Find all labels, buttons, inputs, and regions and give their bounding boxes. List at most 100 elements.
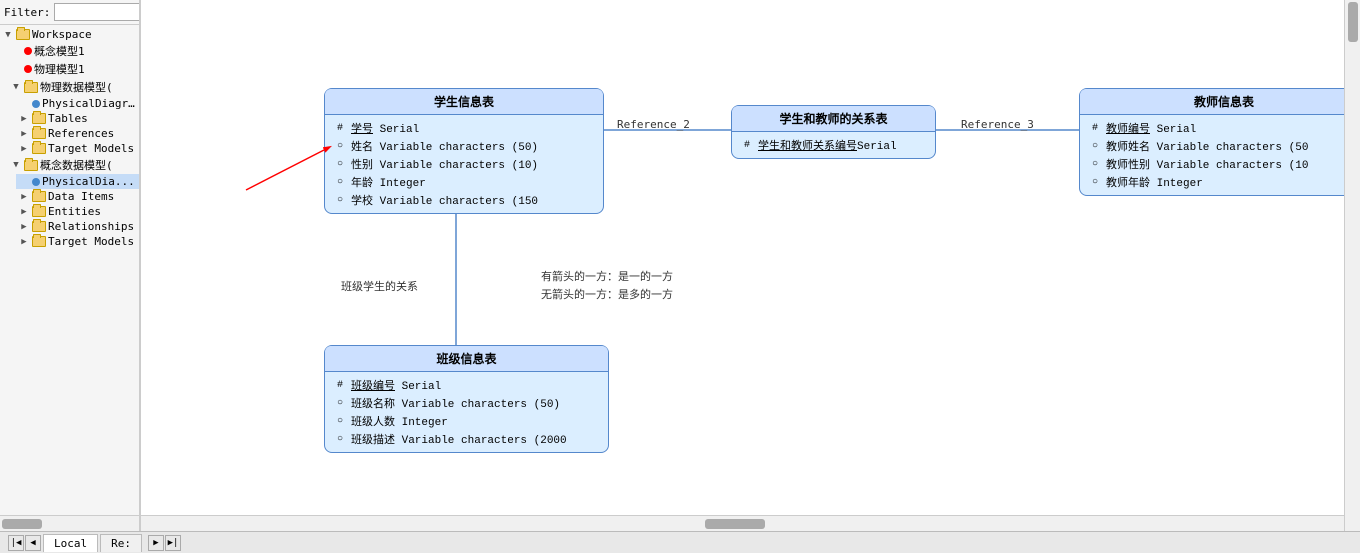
sidebar-item-targetmodels1[interactable]: ▶ Target Models bbox=[16, 141, 139, 156]
row-symbol: ○ bbox=[333, 141, 347, 152]
filter-input[interactable] bbox=[54, 3, 140, 21]
student-table-title: 学生信息表 bbox=[325, 89, 603, 115]
canvas-scroll-thumb[interactable] bbox=[705, 519, 765, 529]
row-symbol: ○ bbox=[1088, 177, 1102, 188]
filter-bar: Filter: bbox=[0, 0, 139, 25]
row-text: 学校 Variable characters (150 bbox=[351, 192, 538, 208]
arrow-desc-line1: 有箭头的一方：是一的一方 bbox=[541, 268, 673, 286]
dot-icon2 bbox=[24, 65, 32, 73]
relation-table-title: 学生和教师的关系表 bbox=[732, 106, 935, 132]
relation-table[interactable]: 学生和教师的关系表 # 学生和教师关系编号Serial bbox=[731, 105, 936, 159]
row-text: 班级名称 Variable characters (50) bbox=[351, 395, 560, 411]
sidebar-item-physdiag1[interactable]: PhysicalDiagr... bbox=[16, 96, 139, 111]
class-table-title: 班级信息表 bbox=[325, 346, 608, 372]
row-text: 学号 Serial bbox=[351, 120, 419, 136]
sidebar-item-conceptual1[interactable]: 概念模型1 bbox=[8, 42, 139, 60]
tables-label: Tables bbox=[48, 112, 88, 125]
tab-local[interactable]: Local bbox=[43, 534, 98, 552]
table-row: ○ 班级描述 Variable characters (2000 bbox=[333, 430, 600, 448]
workspace-label: Workspace bbox=[32, 28, 92, 41]
expand-icon5 bbox=[18, 98, 30, 110]
row-text: 教师姓名 Variable characters (50 bbox=[1106, 138, 1308, 154]
main-container: Filter: ▼ Workspace 概念模型1 物理模型1 bbox=[0, 0, 1360, 531]
dot-icon bbox=[24, 47, 32, 55]
folder-icon5 bbox=[32, 143, 46, 154]
expand-icon7: ▶ bbox=[18, 128, 30, 140]
teacher-table-title: 教师信息表 bbox=[1080, 89, 1344, 115]
expand-icon: ▼ bbox=[2, 29, 14, 41]
connector-svg bbox=[141, 0, 1341, 531]
row-text: 教师性别 Variable characters (10 bbox=[1106, 156, 1308, 172]
row-symbol: # bbox=[333, 123, 347, 134]
expand-icon10 bbox=[18, 176, 30, 188]
sidebar-hscroll[interactable] bbox=[0, 515, 139, 531]
row-symbol: # bbox=[333, 380, 347, 391]
sidebar-item-physical1[interactable]: 物理模型1 bbox=[8, 60, 139, 78]
targetmodels1-label: Target Models bbox=[48, 142, 134, 155]
nav-last[interactable]: ▶| bbox=[165, 535, 181, 551]
arrow-annotation: 有箭头的一方：是一的一方 无箭头的一方：是多的一方 bbox=[541, 268, 673, 303]
table-row: # 学号 Serial bbox=[333, 119, 595, 137]
bottom-tabs: |◀ ◀ Local Re: ▶ ▶| bbox=[0, 531, 1360, 553]
row-symbol: ○ bbox=[333, 416, 347, 427]
physicaldata-label: 物理数据模型( bbox=[40, 79, 113, 95]
sidebar-item-tables[interactable]: ▶ Tables bbox=[16, 111, 139, 126]
row-text: 教师年龄 Integer bbox=[1106, 174, 1203, 190]
row-text: 姓名 Variable characters (50) bbox=[351, 138, 538, 154]
physdiag2-label: PhysicalDia... bbox=[42, 175, 135, 188]
sidebar-item-physicaldata[interactable]: ▼ 物理数据模型( bbox=[8, 78, 139, 96]
right-scrollbar[interactable] bbox=[1344, 0, 1360, 531]
row-symbol: ○ bbox=[333, 398, 347, 409]
relationships-label: Relationships bbox=[48, 220, 134, 233]
scroll-thumb[interactable] bbox=[2, 519, 42, 529]
table-row: ○ 班级名称 Variable characters (50) bbox=[333, 394, 600, 412]
arrow-desc-line2: 无箭头的一方：是多的一方 bbox=[541, 286, 673, 304]
folder-icon10 bbox=[32, 236, 46, 247]
relation-table-body: # 学生和教师关系编号Serial bbox=[732, 132, 935, 158]
reference2-label: Reference_2 bbox=[617, 118, 690, 131]
table-row: ○ 年龄 Integer bbox=[333, 173, 595, 191]
expand-icon13: ▶ bbox=[18, 221, 30, 233]
sidebar-item-references[interactable]: ▶ References bbox=[16, 126, 139, 141]
sidebar-item-targetmodels2[interactable]: ▶ Target Models bbox=[16, 234, 139, 249]
dot-icon3 bbox=[32, 100, 40, 108]
nav-first[interactable]: |◀ bbox=[8, 535, 24, 551]
folder-icon9 bbox=[32, 221, 46, 232]
sidebar-item-relationships[interactable]: ▶ Relationships bbox=[16, 219, 139, 234]
sidebar-item-entities[interactable]: ▶ Entities bbox=[16, 204, 139, 219]
sidebar-item-dataitems[interactable]: ▶ Data Items bbox=[16, 189, 139, 204]
tab-re[interactable]: Re: bbox=[100, 534, 142, 552]
nav-next[interactable]: ▶ bbox=[148, 535, 164, 551]
table-row: # 学生和教师关系编号Serial bbox=[740, 136, 927, 154]
sidebar-item-workspace[interactable]: ▼ Workspace bbox=[0, 27, 139, 42]
table-row: ○ 班级人数 Integer bbox=[333, 412, 600, 430]
table-row: ○ 教师性别 Variable characters (10 bbox=[1088, 155, 1344, 173]
references-label: References bbox=[48, 127, 114, 140]
nav-prev[interactable]: ◀ bbox=[25, 535, 41, 551]
reference3-label: Reference_3 bbox=[961, 118, 1034, 131]
teacher-table[interactable]: 教师信息表 # 教师编号 Serial ○ 教师姓名 Variable char… bbox=[1079, 88, 1344, 196]
student-table-body: # 学号 Serial ○ 姓名 Variable characters (50… bbox=[325, 115, 603, 213]
folder-icon bbox=[16, 29, 30, 40]
row-symbol: ○ bbox=[333, 195, 347, 206]
class-table[interactable]: 班级信息表 # 班级编号 Serial ○ 班级名称 Variable char… bbox=[324, 345, 609, 453]
folder-icon7 bbox=[32, 191, 46, 202]
entities-label: Entities bbox=[48, 205, 101, 218]
right-scroll-thumb[interactable] bbox=[1348, 2, 1358, 42]
row-text: 班级描述 Variable characters (2000 bbox=[351, 431, 567, 447]
row-text: 年龄 Integer bbox=[351, 174, 426, 190]
expand-icon4: ▼ bbox=[10, 81, 22, 93]
sidebar-item-conceptualdata[interactable]: ▼ 概念数据模型( bbox=[8, 156, 139, 174]
student-table[interactable]: 学生信息表 # 学号 Serial ○ 姓名 Variable characte… bbox=[324, 88, 604, 214]
sidebar-item-physdiag2[interactable]: PhysicalDia... bbox=[16, 174, 139, 189]
canvas-area[interactable]: 学生信息表 # 学号 Serial ○ 姓名 Variable characte… bbox=[140, 0, 1344, 531]
expand-icon14: ▶ bbox=[18, 236, 30, 248]
table-row: ○ 教师年龄 Integer bbox=[1088, 173, 1344, 191]
table-row: ○ 教师姓名 Variable characters (50 bbox=[1088, 137, 1344, 155]
class-relation-label: 班级学生的关系 bbox=[341, 278, 418, 294]
folder-icon2 bbox=[24, 82, 38, 93]
row-symbol: ○ bbox=[333, 177, 347, 188]
canvas-hscroll[interactable] bbox=[141, 515, 1344, 531]
row-symbol: ○ bbox=[1088, 141, 1102, 152]
expand-icon8: ▶ bbox=[18, 143, 30, 155]
